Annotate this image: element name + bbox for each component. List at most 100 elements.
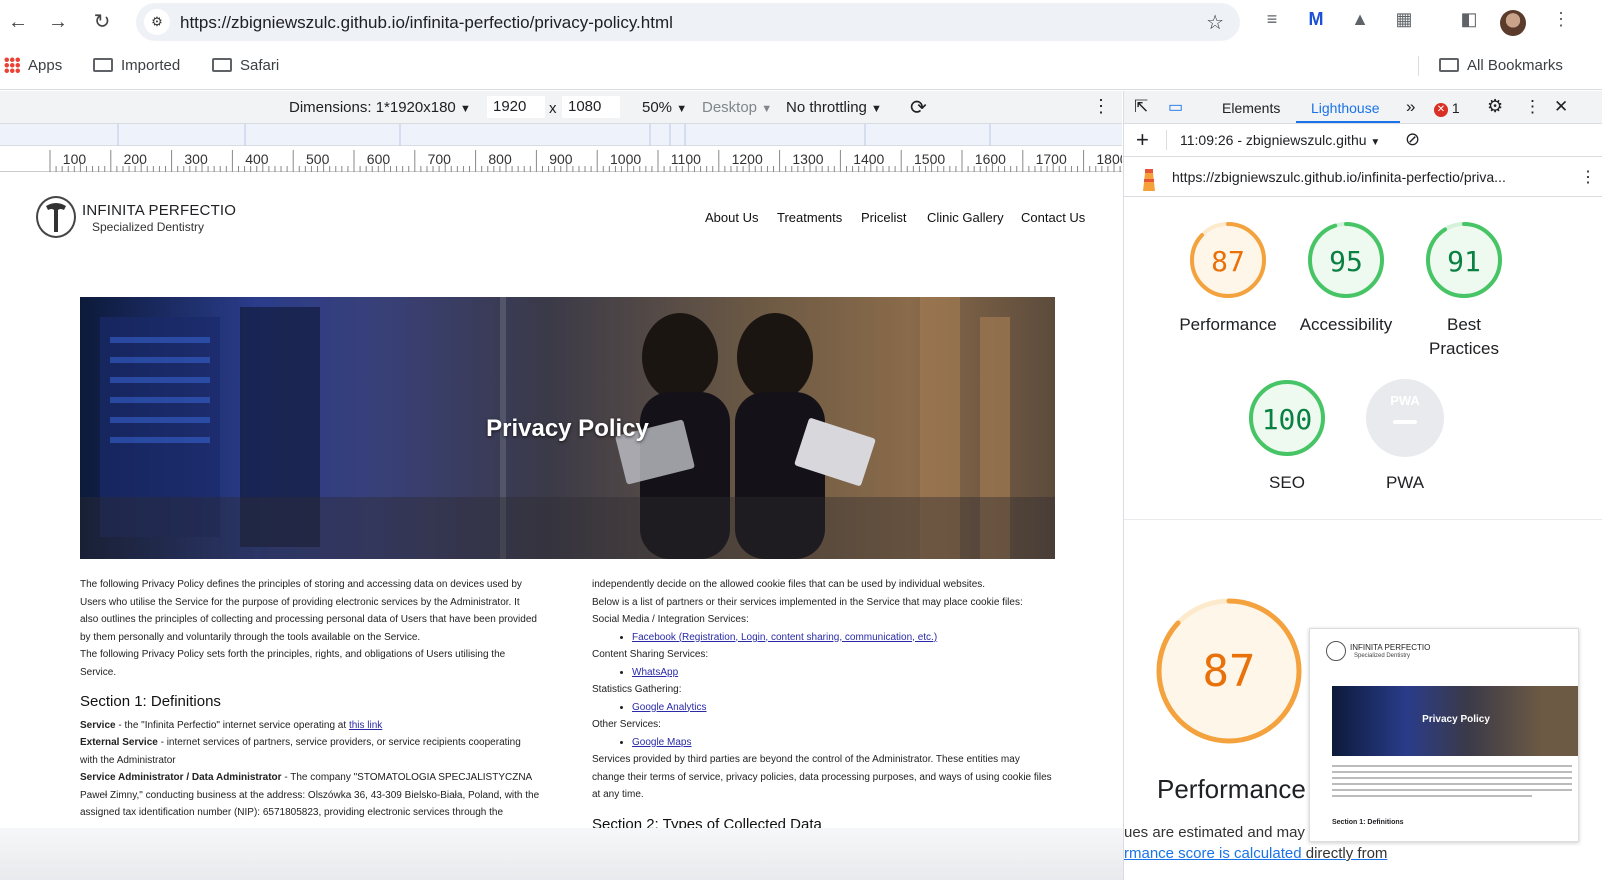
ruler-label: 800 xyxy=(488,151,512,167)
partner-group-statistics: Statistics Gathering: xyxy=(592,684,682,695)
page-viewport: INFINITA PERFECTIO Specialized Dentistry… xyxy=(0,172,1122,832)
ruler-ticks: 100 200 300 400 500 600 700 800 900 1000 1100 1200 1… xyxy=(49,150,1128,172)
extension-arch-icon[interactable]: ▲ xyxy=(1347,9,1373,30)
more-options-icon[interactable]: ⋮ xyxy=(1092,96,1110,117)
new-report-plus-icon[interactable]: + xyxy=(1136,127,1149,153)
side-panel-icon[interactable]: ◧ xyxy=(1456,9,1482,30)
thumb-hero: Privacy Policy xyxy=(1332,686,1578,756)
google-maps-link[interactable]: Google Maps xyxy=(632,737,691,748)
caret-down-icon: ▼ xyxy=(1370,137,1381,148)
thumb-text-lines xyxy=(1332,765,1572,797)
whatsapp-link[interactable]: WhatsApp xyxy=(632,667,678,678)
browser-toolbar: ← → ↻ ⚙ https://zbigniewszulc.github.io/… xyxy=(0,0,1602,44)
nav-about-us[interactable]: About Us xyxy=(705,210,758,225)
extensions-puzzle-icon[interactable]: ▦ xyxy=(1391,9,1417,30)
error-count: 1 xyxy=(1451,100,1460,116)
chrome-menu-icon[interactable]: ⋮ xyxy=(1548,9,1574,30)
facebook-link[interactable]: Facebook (Registration, Login, content s… xyxy=(632,632,937,643)
clear-reports-icon[interactable]: ⊘ xyxy=(1405,129,1420,150)
partners-intro: Below is a list of partners or their ser… xyxy=(592,596,1023,608)
device-type-label: Desktop xyxy=(702,99,758,116)
zoom-label: 50% xyxy=(642,99,673,116)
ruler-label: 600 xyxy=(367,151,391,167)
google-analytics-link[interactable]: Google Analytics xyxy=(632,702,707,713)
tab-lighthouse[interactable]: Lighthouse xyxy=(1311,100,1380,116)
address-bar[interactable]: ⚙ https://zbigniewszulc.github.io/infini… xyxy=(136,3,1240,41)
ruler-label: 700 xyxy=(428,151,452,167)
back-icon[interactable]: ← xyxy=(4,8,32,36)
devtools-menu-icon[interactable]: ⋮ xyxy=(1524,97,1541,117)
media-query-bar[interactable] xyxy=(0,124,1122,146)
folder-icon xyxy=(93,58,113,72)
score-label: PWA xyxy=(1385,473,1425,492)
score-value: 100 xyxy=(1262,403,1313,436)
close-devtools-icon[interactable]: ✕ xyxy=(1554,97,1568,117)
ruler-label: 400 xyxy=(245,151,269,167)
hero-banner: Privacy Policy xyxy=(80,297,1055,559)
score-calculation-link[interactable]: rmance score is calculated directly from xyxy=(1124,845,1387,862)
dimensions-select[interactable]: Dimensions: 1*1920x180 ▼ xyxy=(289,99,471,116)
bookmark-safari[interactable]: Safari xyxy=(212,57,279,74)
zoom-select[interactable]: 50% ▼ xyxy=(642,99,687,116)
bookmark-star-icon[interactable]: ☆ xyxy=(1206,10,1224,35)
height-input[interactable]: 1080 xyxy=(562,96,620,118)
bookmark-label: Imported xyxy=(121,57,181,74)
bookmarks-bar: Apps Imported Safari All Bookmarks xyxy=(0,44,1602,90)
performance-ring: 87 xyxy=(1156,598,1302,744)
caret-down-icon: ▼ xyxy=(459,103,471,115)
bookmark-apps[interactable]: Apps xyxy=(4,57,62,74)
reading-list-icon[interactable]: ≡ xyxy=(1259,9,1285,30)
ruler-label: 500 xyxy=(306,151,330,167)
reload-icon[interactable]: ↻ xyxy=(88,8,116,36)
score-gauge-performance[interactable]: 87 Performance xyxy=(1179,220,1277,334)
hero-title: Privacy Policy xyxy=(486,415,649,442)
logo-name: INFINITA PERFECTIO xyxy=(82,202,237,219)
tab-elements[interactable]: Elements xyxy=(1222,100,1280,116)
pwa-dash-icon xyxy=(1393,420,1417,424)
forward-icon[interactable]: → xyxy=(44,8,72,36)
this-link[interactable]: this link xyxy=(349,720,382,731)
score-gauge-best-practices[interactable]: 91 Best Practices xyxy=(1424,220,1504,358)
definition-term: External Service xyxy=(80,737,158,748)
url-text[interactable]: https://zbigniewszulc.github.io/infinita… xyxy=(180,13,673,33)
score-gauge-accessibility[interactable]: 95 Accessibility xyxy=(1300,220,1392,334)
inspect-element-icon[interactable]: ⇱ xyxy=(1134,97,1148,117)
extension-m-icon[interactable]: M xyxy=(1303,9,1329,30)
ruler-label: 1600 xyxy=(975,151,1006,167)
score-gauge-seo[interactable]: 100 SEO xyxy=(1247,378,1327,492)
score-ring: 87 xyxy=(1190,222,1266,298)
nav-pricelist[interactable]: Pricelist xyxy=(861,210,907,225)
report-select[interactable]: 11:09:26 - zbigniewszulc.githu ▼ xyxy=(1180,132,1380,148)
nav-treatments[interactable]: Treatments xyxy=(777,210,842,225)
ruler-label: 1800 xyxy=(1096,151,1122,167)
divider xyxy=(1418,56,1419,76)
profile-avatar[interactable] xyxy=(1500,10,1526,36)
partner-group-social: Social Media / Integration Services: xyxy=(592,614,749,625)
throttling-select[interactable]: No throttling ▼ xyxy=(786,99,882,116)
section-1-heading: Section 1: Definitions xyxy=(80,693,221,710)
times-sign: x xyxy=(549,100,557,117)
all-bookmarks[interactable]: All Bookmarks xyxy=(1439,57,1563,74)
pwa-badge-text: PWA xyxy=(1390,393,1420,408)
settings-gear-icon[interactable]: ⚙ xyxy=(1487,96,1503,117)
score-gauge-pwa[interactable]: PWA PWA xyxy=(1365,378,1445,492)
ruler-label: 900 xyxy=(549,151,573,167)
bookmark-label: All Bookmarks xyxy=(1467,57,1563,74)
error-counter[interactable]: ✕ 1 xyxy=(1434,100,1460,117)
device-toggle-icon[interactable]: ▭ xyxy=(1168,97,1183,117)
intro-paragraph: The following Privacy Policy defines the… xyxy=(80,579,537,643)
nav-clinic-gallery[interactable]: Clinic Gallery xyxy=(927,210,1004,225)
site-info-icon[interactable]: ⚙ xyxy=(144,9,170,35)
width-input[interactable]: 1920 xyxy=(487,96,545,118)
more-tabs-icon[interactable]: » xyxy=(1406,97,1415,117)
final-screenshot-thumbnail[interactable]: INFINITA PERFECTIO Specialized Dentistry… xyxy=(1309,628,1579,842)
performance-big-score: 87 xyxy=(1203,646,1256,697)
rotate-icon[interactable]: ⟳ xyxy=(910,95,927,120)
nav-contact-us[interactable]: Contact Us xyxy=(1021,210,1085,225)
url-row-menu-icon[interactable]: ⋮ xyxy=(1580,167,1596,187)
device-type-select[interactable]: Desktop ▼ xyxy=(702,99,772,116)
devtools-tabbar: ⇱ ▭ Elements Lighthouse » ✕ 1 ⚙ ⋮ ✕ xyxy=(1124,91,1602,124)
partner-group-content: Content Sharing Services: xyxy=(592,649,709,660)
audited-url[interactable]: https://zbigniewszulc.github.io/infinita… xyxy=(1172,169,1506,185)
bookmark-imported[interactable]: Imported xyxy=(93,57,180,74)
